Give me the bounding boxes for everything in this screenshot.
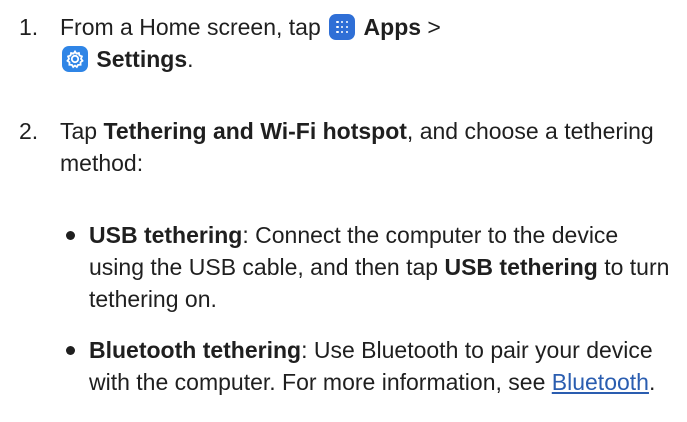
bullet-term: USB tethering xyxy=(444,254,598,280)
step-number: 2. xyxy=(19,118,39,144)
settings-label: Settings xyxy=(96,46,188,72)
apps-label: Apps xyxy=(363,14,422,40)
bluetooth-link[interactable]: Bluetooth xyxy=(552,369,649,395)
bullet-icon xyxy=(66,231,75,240)
step-text-end: . xyxy=(187,46,194,72)
step-text: Tap Tethering and Wi-Fi hotspot, and cho… xyxy=(60,115,677,179)
step-1: 1. From a Home screen, tap Apps > Settin… xyxy=(19,11,677,75)
step-text-segment: Tap xyxy=(60,118,104,144)
bullet-icon xyxy=(66,346,75,355)
tethering-methods-list: USB tethering: Connect the computer to t… xyxy=(60,219,677,398)
apps-grid-icon xyxy=(329,14,356,40)
bullet-text: . xyxy=(648,369,656,395)
bullet-term: USB tethering xyxy=(89,222,243,248)
step-number: 1. xyxy=(19,14,39,40)
settings-gear-icon xyxy=(62,46,88,72)
step-text: From a Home screen, tap Apps > Settings. xyxy=(60,11,677,75)
step-bold-term: Tethering and Wi-Fi hotspot xyxy=(103,118,407,144)
step-text-segment: From a Home screen, tap xyxy=(60,14,328,40)
step-2: 2. Tap Tethering and Wi-Fi hotspot, and … xyxy=(19,115,677,179)
bullet-term: Bluetooth tethering xyxy=(89,337,302,363)
list-item-usb-tethering: USB tethering: Connect the computer to t… xyxy=(60,219,677,315)
separator: > xyxy=(421,14,441,40)
list-item-bluetooth-tethering: Bluetooth tethering: Use Bluetooth to pa… xyxy=(60,334,677,398)
